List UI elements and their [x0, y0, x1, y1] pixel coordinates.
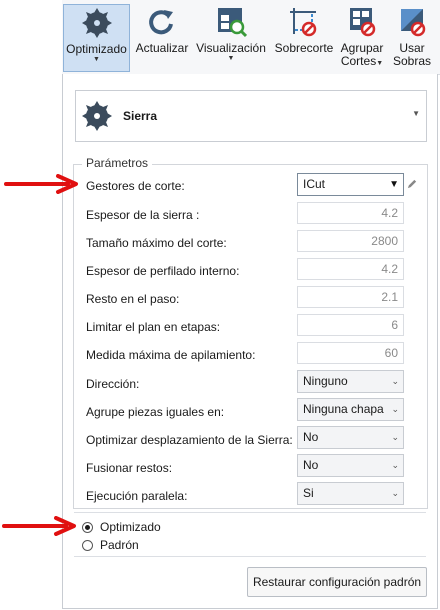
saw-thickness-label: Espesor de la sierra :	[86, 208, 200, 222]
optimize-saw-travel-label: Optimizar desplazamiento de la Sierra:	[86, 433, 293, 447]
tool-name: Sierra	[123, 109, 158, 123]
parameters-legend: Parámetros	[82, 156, 153, 170]
parallel-execution-value: Si	[303, 486, 314, 500]
group-pieces-label: Agrupe piezas iguales en:	[86, 405, 225, 419]
refresh-icon	[149, 10, 173, 35]
merge-leftovers-value: No	[303, 458, 319, 472]
chevron-down-icon: ▼	[376, 60, 384, 67]
use-leftovers-button[interactable]: Usar Sobras	[390, 4, 434, 72]
restore-default-button[interactable]: Restaurar configuración padrón	[247, 567, 427, 597]
limit-stages-field: 6	[297, 314, 404, 336]
max-cut-size-label: Tamaño máximo del corte:	[86, 236, 227, 250]
mode-default-label: Padrón	[100, 538, 139, 552]
use-leftovers-label-line2: Sobras	[392, 54, 432, 68]
refresh-button[interactable]: Actualizar	[134, 4, 190, 72]
internal-profiling-field: 4.2	[297, 258, 404, 280]
chevron-down-icon: ⌄	[391, 404, 399, 414]
pencil-icon[interactable]	[407, 178, 418, 189]
chevron-down-icon: ⌄	[391, 376, 399, 386]
separator	[74, 512, 426, 513]
saw-blade-icon	[81, 8, 112, 38]
limit-stages-label: Limitar el plan en etapas:	[86, 320, 221, 334]
tool-selector[interactable]: Sierra ▼	[75, 90, 427, 142]
saw-blade-icon	[82, 101, 112, 131]
use-leftovers-label-line1: Usar	[399, 41, 425, 55]
chevron-down-icon: ▼	[93, 56, 100, 63]
group-cuts-button[interactable]: Agrupar Cortes▼	[338, 4, 386, 72]
cutting-manager-select[interactable]: ICut ▼	[297, 173, 404, 196]
group-cuts-label: Agrupar Cortes▼	[341, 42, 384, 68]
optimize-label: Optimizado	[66, 42, 127, 56]
direction-label: Dirección:	[86, 377, 140, 391]
optimize-saw-travel-select[interactable]: No ⌄	[297, 426, 404, 449]
step-remainder-label: Resto en el paso:	[86, 292, 180, 306]
cutting-manager-value: ICut	[303, 177, 326, 191]
max-cut-size-field: 2800	[297, 230, 404, 252]
mode-optimized-radio[interactable]: Optimizado	[82, 520, 161, 534]
chevron-down-icon: ▼	[389, 179, 399, 190]
merge-leftovers-label: Fusionar restos:	[86, 461, 173, 475]
direction-value: Ninguno	[303, 374, 348, 388]
use-leftovers-label: Usar Sobras	[393, 42, 431, 68]
mode-optimized-label: Optimizado	[100, 520, 161, 534]
group-cuts-label-line1: Agrupar	[340, 41, 384, 55]
group-cuts-label-line2: Cortes	[340, 54, 377, 68]
merge-leftovers-select[interactable]: No ⌄	[297, 454, 404, 477]
overcut-button[interactable]: Sobrecorte	[272, 4, 336, 72]
visualization-label: Visualización	[196, 41, 266, 55]
max-stacking-label: Medida máxima de apilamiento:	[86, 348, 256, 362]
max-stacking-field: 60	[297, 342, 404, 364]
direction-select[interactable]: Ninguno ⌄	[297, 370, 404, 393]
chevron-down-icon: ⌄	[391, 488, 399, 498]
separator	[74, 556, 426, 557]
chevron-down-icon: ▼	[227, 55, 235, 62]
visualization-icon	[218, 8, 247, 38]
chevron-down-icon: ⌄	[391, 432, 399, 442]
chevron-down-icon: ▼	[412, 109, 420, 118]
saw-thickness-field: 4.2	[297, 202, 404, 224]
overcut-label: Sobrecorte	[274, 41, 334, 55]
optimize-button[interactable]: Optimizado ▼	[63, 4, 130, 72]
step-remainder-field: 2.1	[297, 286, 404, 308]
overcut-icon	[290, 8, 317, 37]
internal-profiling-label: Espesor de perfilado interno:	[86, 264, 240, 278]
group-cuts-icon	[350, 8, 376, 37]
parallel-execution-label: Ejecución paralela:	[86, 489, 188, 503]
chevron-down-icon: ⌄	[391, 460, 399, 470]
optimize-saw-travel-value: No	[303, 430, 319, 444]
use-leftovers-icon	[401, 9, 426, 37]
group-pieces-value: Ninguna chapa	[303, 402, 384, 416]
visualization-button[interactable]: Visualización ▼	[196, 4, 266, 72]
arrow-annotation-icon	[2, 516, 76, 536]
mode-default-radio[interactable]: Padrón	[82, 538, 139, 552]
cutting-manager-label: Gestores de corte:	[86, 179, 185, 193]
arrow-annotation-icon	[4, 174, 78, 194]
radio-unchecked-icon	[82, 539, 93, 551]
parallel-execution-select[interactable]: Si ⌄	[297, 482, 404, 505]
refresh-label: Actualizar	[135, 41, 189, 55]
radio-checked-icon	[82, 521, 93, 533]
group-pieces-select[interactable]: Ninguna chapa ⌄	[297, 398, 404, 421]
